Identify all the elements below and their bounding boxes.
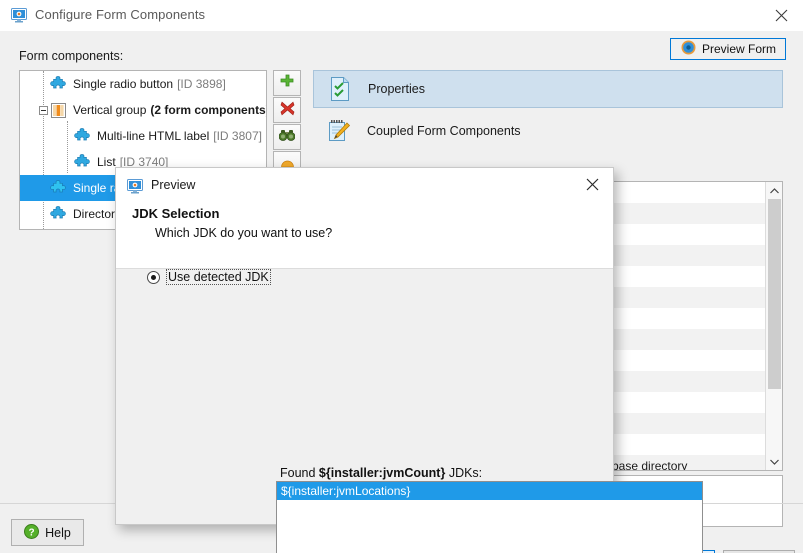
properties-item[interactable]: Properties bbox=[313, 70, 783, 108]
tree-row-label: Directory bbox=[73, 207, 122, 221]
help-button[interactable]: ? Help bbox=[11, 519, 84, 546]
group-icon bbox=[50, 102, 67, 119]
preview-component-button[interactable] bbox=[273, 124, 301, 150]
tree-row-id: [ID 3807] bbox=[213, 129, 262, 143]
coupled-form-components-label: Coupled Form Components bbox=[367, 124, 521, 138]
puzzle-icon bbox=[50, 75, 67, 93]
puzzle-icon bbox=[74, 127, 91, 145]
app-root: Configure Form Components Form component… bbox=[0, 0, 803, 553]
monitor-icon bbox=[11, 8, 27, 23]
help-question-icon: ? bbox=[24, 523, 40, 542]
document-check-icon bbox=[328, 76, 352, 102]
form-components-label: Form components: bbox=[19, 49, 124, 63]
binoculars-icon bbox=[278, 129, 296, 145]
found-jdks-label: Found ${installer:jvmCount} JDKs: bbox=[280, 466, 482, 480]
puzzle-icon bbox=[50, 205, 67, 223]
notepad-pencil-icon bbox=[327, 118, 351, 144]
preview-dialog-header: Preview JDK Selection Which JDK do you w… bbox=[116, 168, 613, 269]
jdk-locations-list[interactable]: ${installer:jvmLocations} bbox=[276, 481, 703, 553]
window-title: Configure Form Components bbox=[35, 7, 206, 22]
tree-row-id: [ID 3898] bbox=[177, 77, 226, 91]
add-component-button[interactable] bbox=[273, 70, 301, 96]
properties-item-label: Properties bbox=[368, 82, 425, 96]
tree-row-count: (2 form components) bbox=[150, 103, 267, 117]
tree-row-label: Multi-line HTML label bbox=[97, 129, 210, 143]
use-detected-jdk-label: Use detected JDK bbox=[166, 269, 271, 285]
tree-row-label: Single radio button bbox=[73, 77, 174, 91]
tree-row-label: Vertical group bbox=[73, 103, 147, 117]
preview-dialog-heading: JDK Selection bbox=[132, 206, 220, 221]
preview-form-button-label: Preview Form bbox=[702, 42, 777, 56]
preview-dialog-subheading: Which JDK do you want to use? bbox=[155, 226, 333, 240]
window-titlebar: Configure Form Components bbox=[0, 0, 803, 32]
coupled-form-components-item[interactable]: Coupled Form Components bbox=[313, 112, 783, 150]
scroll-up-icon[interactable] bbox=[766, 182, 782, 199]
red-x-icon bbox=[280, 101, 295, 119]
jdk-list-selected-item[interactable]: ${installer:jvmLocations} bbox=[277, 482, 702, 500]
scroll-thumb[interactable] bbox=[768, 199, 781, 389]
preview-dialog-title: Preview bbox=[151, 178, 196, 192]
tree-row-label: List bbox=[97, 155, 116, 169]
found-variable: ${installer:jvmCount} bbox=[318, 466, 446, 480]
preview-dialog-close-button[interactable] bbox=[571, 168, 613, 200]
scroll-down-icon[interactable] bbox=[766, 453, 782, 470]
monitor-icon bbox=[127, 179, 143, 194]
puzzle-icon bbox=[74, 153, 91, 171]
puzzle-icon bbox=[50, 179, 67, 197]
remove-component-button[interactable] bbox=[273, 97, 301, 123]
svg-text:?: ? bbox=[29, 527, 35, 538]
radio-button-icon[interactable] bbox=[147, 270, 160, 284]
help-scrollbar[interactable] bbox=[765, 182, 782, 470]
preview-dialog: Preview JDK Selection Which JDK do you w… bbox=[115, 167, 703, 553]
found-suffix: JDKs: bbox=[445, 466, 483, 480]
preview-eye-icon bbox=[681, 40, 696, 58]
plus-icon bbox=[280, 74, 295, 92]
found-prefix: Found bbox=[280, 466, 319, 480]
tree-row[interactable]: Single radio button [ID 3898] bbox=[20, 71, 266, 97]
tree-row[interactable]: Multi-line HTML label [ID 3807] bbox=[20, 123, 266, 149]
help-button-label: Help bbox=[45, 525, 71, 540]
window-close-button[interactable] bbox=[759, 0, 803, 31]
preview-form-button[interactable]: Preview Form bbox=[670, 38, 786, 60]
use-detected-jdk-radio[interactable]: Use detected JDK bbox=[147, 269, 271, 285]
tree-row[interactable]: Vertical group (2 form components) ... bbox=[20, 97, 266, 123]
